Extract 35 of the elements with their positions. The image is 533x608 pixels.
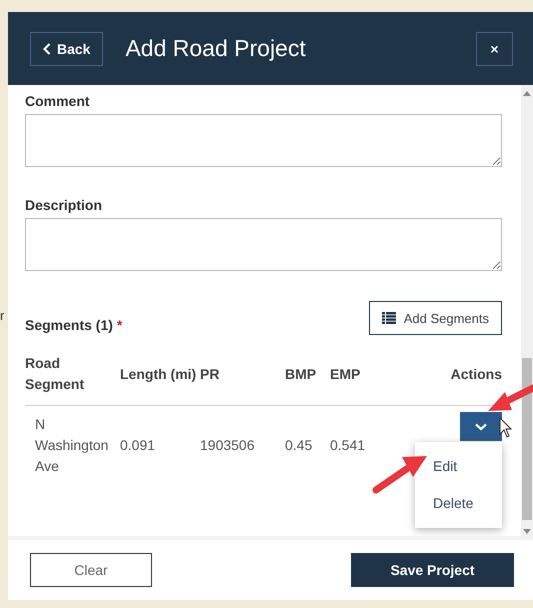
clear-button[interactable]: Clear [30,553,152,587]
field-label: Comment [25,93,91,109]
text-area[interactable] [25,218,502,271]
table-cell: 0.45 [285,406,330,485]
panel-title: Add Road Project [125,35,307,62]
actions-dropdown-button[interactable] [460,412,502,441]
column-header: Actions [385,353,502,406]
chevron-down-icon [475,422,487,430]
scrollbar[interactable] [521,85,533,536]
cursor-icon [500,416,512,438]
table-cell: N Washington Ave [25,406,120,485]
menu-item[interactable]: Edit [415,448,502,485]
table-cell: 0.541 [330,406,385,485]
table-cell: 0.091 [120,406,200,485]
scroll-up-icon[interactable] [523,91,531,96]
column-header: EMP [330,353,385,406]
list-icon [382,312,396,324]
back-button[interactable]: Back [30,32,104,66]
scroll-down-icon[interactable] [523,529,531,534]
save-project-button[interactable]: Save Project [351,553,514,587]
text-area[interactable] [25,114,502,167]
annotation-arrow [372,456,427,494]
menu-item[interactable]: Delete [415,485,502,522]
field-label: Description [25,197,104,213]
column-header: Road Segment [25,353,120,406]
chevron-left-icon [43,42,51,54]
annotation-arrow [488,384,533,411]
table-cell: 1903506 [200,406,285,485]
column-header: BMP [285,353,330,406]
add-segments-button[interactable]: Add Segments [368,301,502,335]
segments-label: Segments (1) * [25,317,122,333]
column-header: PR [200,353,285,406]
column-header: Length (mi) [120,353,200,406]
background-text: r [0,308,4,323]
close-button[interactable]: × [476,32,513,66]
